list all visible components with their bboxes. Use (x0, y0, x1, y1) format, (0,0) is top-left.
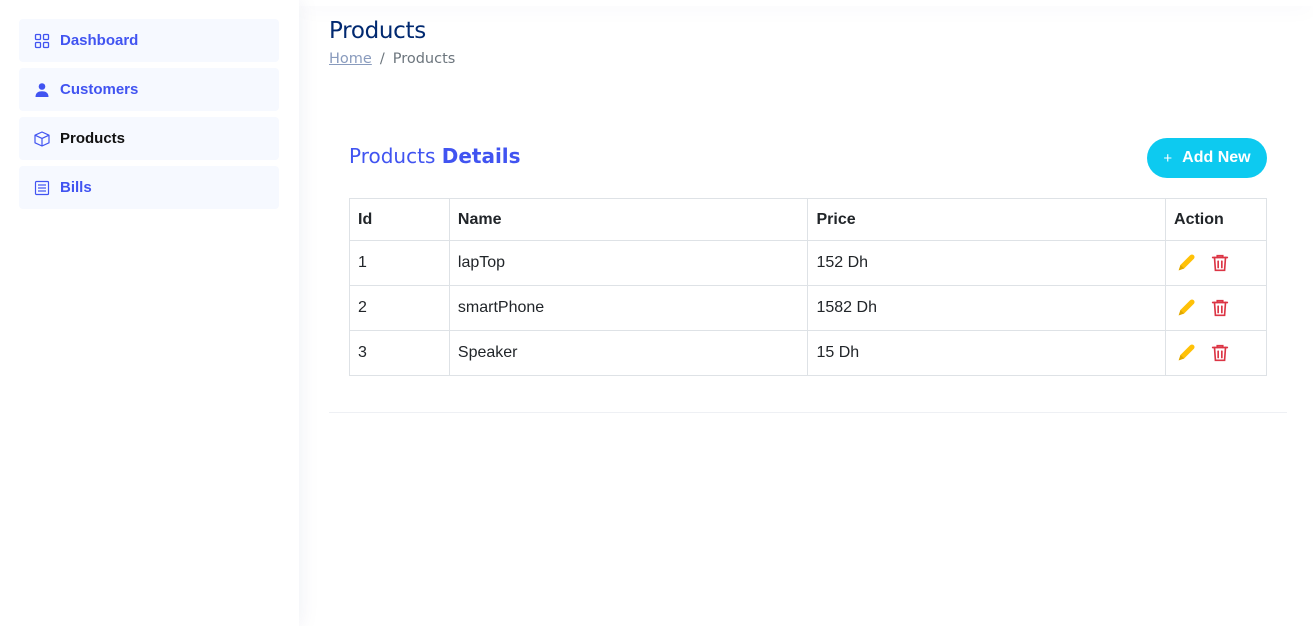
cell-action (1165, 240, 1267, 286)
sidebar-item-customers[interactable]: Customers (19, 68, 279, 111)
cell-price: 1582 Dh (807, 285, 1167, 331)
header-shadow (299, 0, 1313, 6)
products-table: Id Name Price Action 1 lapTop 152 Dh 2 s… (349, 198, 1267, 376)
cell-name: lapTop (448, 240, 809, 286)
sidebar-item-products[interactable]: Products (19, 117, 279, 160)
sidebar: Dashboard Customers Products Bills (0, 0, 299, 626)
delete-trash-icon[interactable] (1208, 296, 1232, 320)
column-header-price: Price (807, 198, 1167, 241)
cell-id: 1 (349, 240, 450, 286)
cell-name: Speaker (448, 330, 809, 376)
column-header-id: Id (349, 198, 450, 241)
page-title: Products (329, 18, 426, 44)
edit-pencil-icon[interactable] (1174, 251, 1198, 275)
breadcrumb: Home / Products (329, 51, 455, 67)
cell-price: 152 Dh (807, 240, 1167, 286)
add-new-label: Add New (1182, 149, 1251, 166)
edit-pencil-icon[interactable] (1174, 341, 1198, 365)
add-new-button[interactable]: + Add New (1147, 138, 1267, 178)
receipt-icon (34, 180, 50, 196)
table-row: 3 Speaker 15 Dh (349, 330, 1267, 376)
column-header-name: Name (448, 198, 809, 241)
card-title-strong: Details (441, 144, 521, 168)
breadcrumb-current: Products (392, 51, 456, 67)
cell-price: 15 Dh (807, 330, 1167, 376)
grid-icon (34, 33, 50, 49)
cell-id: 3 (349, 330, 450, 376)
delete-trash-icon[interactable] (1208, 251, 1232, 275)
sidebar-item-label: Products (60, 130, 126, 147)
cell-name: smartPhone (448, 285, 809, 331)
breadcrumb-separator: / (379, 51, 385, 67)
plus-icon: + (1163, 149, 1173, 167)
breadcrumb-home-link[interactable]: Home (329, 51, 372, 67)
box-icon (34, 130, 50, 147)
sidebar-item-dashboard[interactable]: Dashboard (19, 19, 279, 62)
column-header-action: Action (1165, 198, 1267, 241)
cell-action (1165, 285, 1267, 331)
sidebar-item-label: Dashboard (60, 32, 139, 49)
sidebar-item-label: Bills (60, 179, 92, 196)
sidebar-item-bills[interactable]: Bills (19, 166, 279, 209)
cell-id: 2 (349, 285, 450, 331)
card-title: Products Details (349, 144, 521, 168)
person-icon (34, 82, 50, 98)
delete-trash-icon[interactable] (1208, 341, 1232, 365)
edit-pencil-icon[interactable] (1174, 296, 1198, 320)
cell-action (1165, 330, 1267, 376)
products-card: Products Details + Add New Id Name Price… (329, 110, 1287, 413)
table-row: 2 smartPhone 1582 Dh (349, 285, 1267, 331)
card-title-prefix: Products (349, 144, 436, 168)
sidebar-item-label: Customers (60, 81, 139, 98)
table-row: 1 lapTop 152 Dh (349, 240, 1267, 286)
table-header-row: Id Name Price Action (349, 198, 1267, 241)
